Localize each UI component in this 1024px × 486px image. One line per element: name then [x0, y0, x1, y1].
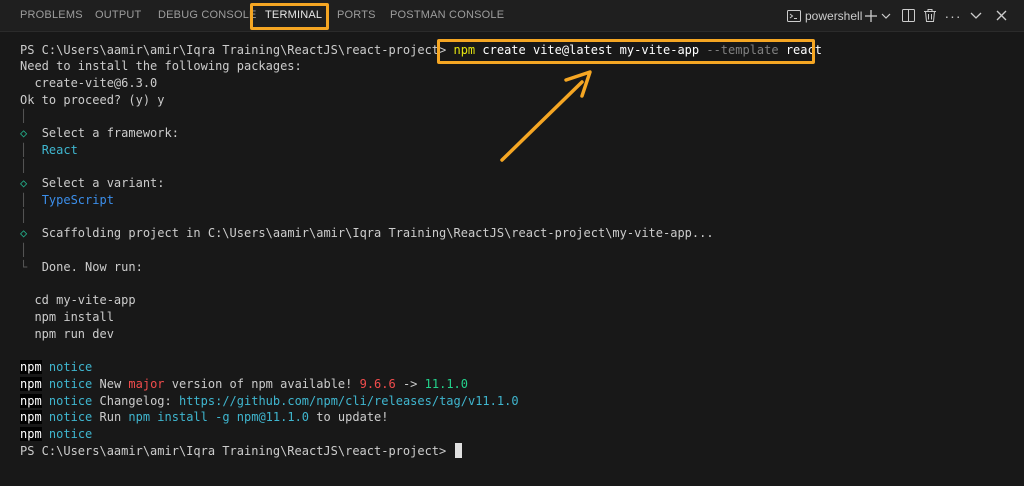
- command-npm: npm: [453, 43, 476, 57]
- install-notice: Need to install the following packages:: [20, 59, 302, 73]
- next-step: npm install: [20, 310, 114, 324]
- chevron-down-icon[interactable]: [880, 0, 892, 31]
- diamond-icon: ◇: [20, 126, 28, 140]
- shell-label[interactable]: powershell: [805, 0, 862, 31]
- final-prompt-line[interactable]: PS C:\Users\aamir\amir\Iqra Training\Rea…: [20, 443, 463, 459]
- close-icon[interactable]: [993, 0, 1009, 31]
- trash-icon[interactable]: [922, 0, 938, 31]
- tab-output[interactable]: OUTPUT: [95, 0, 141, 31]
- next-step: cd my-vite-app: [20, 293, 136, 307]
- tab-debug-console[interactable]: DEBUG CONSOLE: [158, 0, 257, 31]
- npm-notice-line: npm notice: [20, 427, 93, 441]
- npm-notice-line: npm notice New major version of npm avai…: [20, 377, 468, 391]
- prompt: PS C:\Users\aamir\amir\Iqra Training\Rea…: [20, 43, 454, 57]
- collapse-icon[interactable]: [968, 0, 984, 31]
- diamond-icon: ◇: [20, 176, 28, 190]
- next-step: npm run dev: [20, 327, 114, 341]
- scaffold-line: ◇ Scaffolding project in C:\Users\aamir\…: [20, 226, 714, 240]
- command-line: PS C:\Users\aamir\amir\Iqra Training\Rea…: [20, 42, 822, 58]
- command-args-end: react: [778, 43, 822, 57]
- package-line: create-vite@6.3.0: [20, 76, 158, 90]
- tab-ports[interactable]: PORTS: [337, 0, 376, 31]
- command-flag: --template: [706, 43, 779, 57]
- guide-line: │: [20, 243, 28, 257]
- arrow-annotation: [500, 70, 592, 162]
- tab-terminal[interactable]: TERMINAL: [265, 0, 323, 31]
- framework-answer: │ React: [20, 143, 78, 157]
- text-cursor: [455, 443, 463, 458]
- proceed-line: Ok to proceed? (y) y: [20, 93, 165, 107]
- variant-question: ◇ Select a variant:: [20, 176, 165, 190]
- split-icon[interactable]: [900, 0, 916, 31]
- npm-notice-line: npm notice: [20, 360, 93, 374]
- plus-icon[interactable]: [864, 0, 878, 31]
- framework-question: ◇ Select a framework:: [20, 126, 179, 140]
- changelog-link[interactable]: https://github.com/npm/cli/releases/tag/…: [179, 394, 519, 408]
- tab-problems[interactable]: PROBLEMS: [20, 0, 83, 31]
- diamond-icon: ◇: [20, 226, 28, 240]
- npm-notice-line: npm notice Run npm install -g npm@11.1.0…: [20, 410, 389, 424]
- guide-line: │: [20, 109, 28, 123]
- done-line: └ Done. Now run:: [20, 260, 143, 274]
- more-icon[interactable]: ···: [945, 0, 961, 31]
- variant-answer: │ TypeScript: [20, 193, 114, 207]
- terminal-icon: [785, 0, 803, 31]
- guide-line: │: [20, 209, 28, 223]
- guide-line: │: [20, 159, 28, 173]
- tab-postman-console[interactable]: POSTMAN CONSOLE: [390, 0, 504, 31]
- command-args: create vite@latest my-vite-app: [475, 43, 707, 57]
- panel-tab-bar: PROBLEMS OUTPUT DEBUG CONSOLE TERMINAL P…: [0, 0, 1024, 32]
- npm-notice-line: npm notice Changelog: https://github.com…: [20, 394, 519, 408]
